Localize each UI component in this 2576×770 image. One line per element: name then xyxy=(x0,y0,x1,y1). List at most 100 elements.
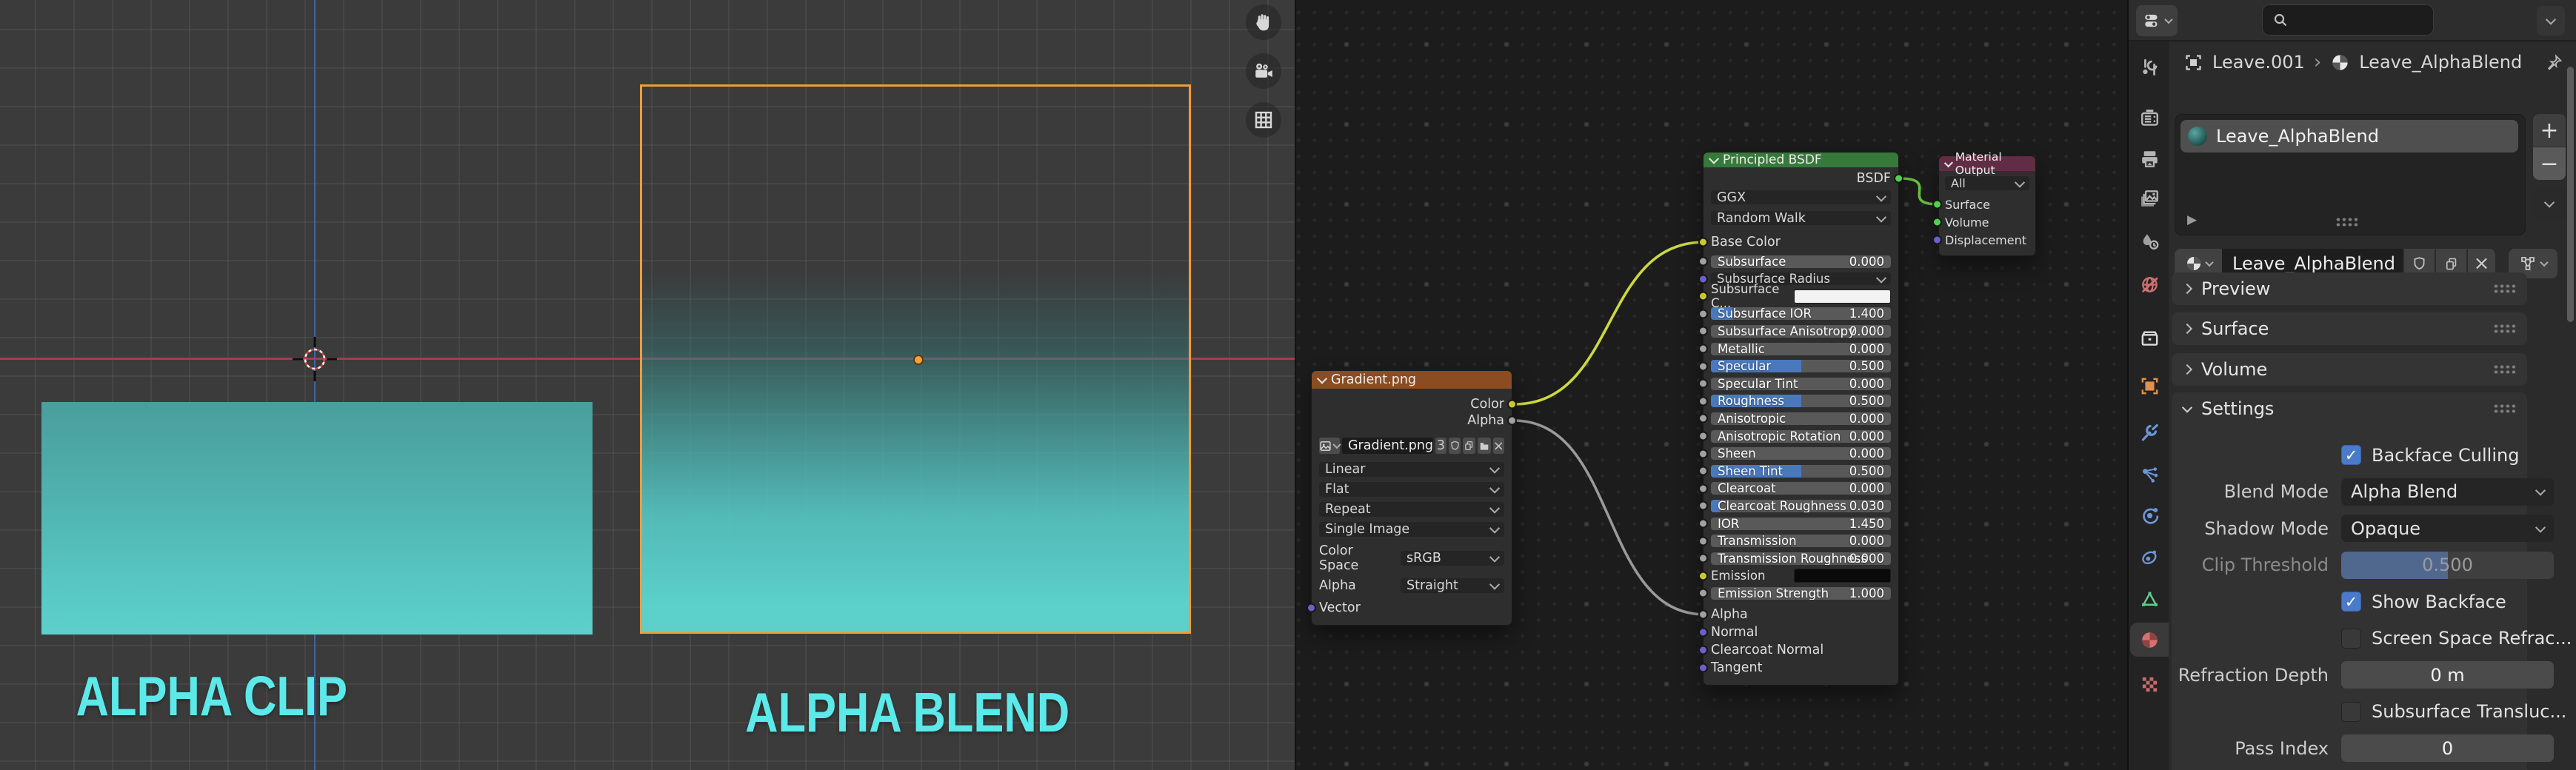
tangent-input-socket[interactable] xyxy=(1698,663,1708,672)
subsurface-anisotropy-row[interactable]: Subsurface Anisotropy0.000 xyxy=(1711,325,1891,338)
slider[interactable]: Sheen0.000 xyxy=(1711,447,1891,460)
alpha-mode-select[interactable]: Straight xyxy=(1401,578,1504,593)
ior-row[interactable]: IOR1.450 xyxy=(1711,518,1891,530)
alpha-input-socket[interactable] xyxy=(1698,609,1708,619)
subsurface-ior-row[interactable]: Subsurface IOR1.400 xyxy=(1711,307,1891,320)
slider[interactable]: Subsurface Anisotropy0.000 xyxy=(1711,325,1891,338)
input-socket-subsurface-anisotropy[interactable] xyxy=(1698,327,1708,336)
material-slot-active[interactable]: Leave_AlphaBlend xyxy=(2180,120,2518,153)
panel-drag-grip[interactable] xyxy=(2493,324,2515,334)
tab-texture[interactable] xyxy=(2130,667,2169,701)
image-browse-button[interactable] xyxy=(1319,438,1340,454)
slider[interactable]: IOR1.450 xyxy=(1711,518,1891,530)
input-socket-emission[interactable] xyxy=(1698,571,1708,580)
new-image-copy-icon[interactable] xyxy=(1463,438,1475,454)
input-socket-emission-strength[interactable] xyxy=(1698,589,1708,598)
source-select[interactable]: Single Image xyxy=(1319,522,1504,537)
normal-input-socket[interactable] xyxy=(1698,627,1708,637)
input-socket-subsurface-c-[interactable] xyxy=(1698,292,1708,301)
collapse-icon[interactable] xyxy=(1944,158,1953,167)
anisotropic-rotation-row[interactable]: Anisotropic Rotation0.000 xyxy=(1711,430,1891,443)
clearcoat-row[interactable]: Clearcoat0.000 xyxy=(1711,482,1891,495)
add-slot-button[interactable]: + xyxy=(2533,114,2566,147)
remove-slot-button[interactable]: − xyxy=(2533,147,2566,180)
select[interactable]: Opaque xyxy=(2341,515,2554,542)
clearcoat-roughness-row[interactable]: Clearcoat Roughness0.030 xyxy=(1711,500,1891,512)
volume-input-socket[interactable] xyxy=(1932,218,1942,227)
base-color-input-socket[interactable] xyxy=(1698,238,1708,247)
input-socket-transmission[interactable] xyxy=(1698,536,1708,546)
subsurface-row[interactable]: Subsurface0.000 xyxy=(1711,255,1891,268)
sheen-tint-row[interactable]: Sheen Tint0.500 xyxy=(1711,465,1891,478)
number-field[interactable]: 0 xyxy=(2341,734,2554,762)
search-input[interactable] xyxy=(2262,4,2434,36)
breadcrumb-object[interactable]: Leave.001 xyxy=(2212,52,2305,73)
panel-surface[interactable]: Surface xyxy=(2172,312,2527,345)
emission-row[interactable]: Emission xyxy=(1711,569,1891,582)
open-image-folder-icon[interactable] xyxy=(1478,438,1491,454)
input-socket-ior[interactable] xyxy=(1698,519,1708,529)
color-swatch[interactable] xyxy=(1794,569,1891,583)
color-space-select[interactable]: sRGB xyxy=(1401,551,1504,566)
transmission-roughness-row[interactable]: Transmission Roughness0.000 xyxy=(1711,552,1891,565)
tab-object-data[interactable] xyxy=(2130,582,2169,616)
slider[interactable]: Metallic0.000 xyxy=(1711,343,1891,355)
image-name-field[interactable]: Gradient.png xyxy=(1342,438,1433,454)
slider[interactable]: Sheen Tint0.500 xyxy=(1711,465,1891,478)
orthographic-grid-icon[interactable] xyxy=(1246,102,1281,138)
editor-type-button[interactable] xyxy=(2136,5,2178,36)
metallic-row[interactable]: Metallic0.000 xyxy=(1711,343,1891,355)
input-socket-subsurface-radius[interactable] xyxy=(1698,274,1708,284)
color-output-socket[interactable] xyxy=(1507,400,1517,409)
tab-active-tool[interactable] xyxy=(2130,50,2169,84)
vector-input-socket[interactable] xyxy=(1307,603,1316,613)
tab-render[interactable] xyxy=(2130,101,2169,135)
surface-input-socket[interactable] xyxy=(1932,200,1942,210)
panel-drag-grip[interactable] xyxy=(2493,404,2515,414)
anisotropic-row[interactable]: Anisotropic0.000 xyxy=(1711,412,1891,425)
emission-strength-row[interactable]: Emission Strength1.000 xyxy=(1711,587,1891,600)
slider[interactable]: Clearcoat Roughness0.030 xyxy=(1711,500,1891,512)
bsdf-output-socket[interactable] xyxy=(1894,174,1903,184)
tab-collection[interactable] xyxy=(2130,321,2169,355)
image-texture-node[interactable]: Gradient.png Color Alpha xyxy=(1311,370,1512,626)
slider[interactable]: Emission Strength1.000 xyxy=(1711,587,1891,600)
number-field[interactable]: 0 m xyxy=(2341,661,2554,689)
tab-object[interactable] xyxy=(2130,369,2169,403)
input-socket-sheen-tint[interactable] xyxy=(1698,466,1708,476)
header-options-button[interactable] xyxy=(2537,6,2565,36)
color-swatch[interactable] xyxy=(1794,289,1891,304)
interpolation-select[interactable]: Linear xyxy=(1319,462,1504,477)
slider[interactable]: Roughness0.500 xyxy=(1711,395,1891,407)
panel-volume[interactable]: Volume xyxy=(2172,353,2527,386)
slider[interactable]: Transmission Roughness0.000 xyxy=(1711,552,1891,565)
bsdf-node-header[interactable]: Principled BSDF xyxy=(1704,153,1898,167)
slot-resize-grip[interactable] xyxy=(2335,217,2358,227)
input-socket-anisotropic[interactable] xyxy=(1698,414,1708,424)
input-socket-roughness[interactable] xyxy=(1698,396,1708,406)
sheen-row[interactable]: Sheen0.000 xyxy=(1711,447,1891,460)
panel-drag-grip[interactable] xyxy=(2493,284,2515,294)
tab-particles[interactable] xyxy=(2130,458,2169,492)
unlink-image-x-icon[interactable]: × xyxy=(1493,438,1504,454)
output-node-header[interactable]: Material Output xyxy=(1939,156,2035,171)
material-output-node[interactable]: Material Output All SurfaceVolumeDisplac… xyxy=(1938,155,2036,256)
shader-node-editor[interactable]: Gradient.png Color Alpha xyxy=(1295,0,2127,770)
roughness-row[interactable]: Roughness0.500 xyxy=(1711,395,1891,407)
slider[interactable]: Transmission0.000 xyxy=(1711,535,1891,547)
collapse-icon[interactable] xyxy=(1317,374,1327,384)
material-slot-list[interactable]: Leave_AlphaBlend ▶ xyxy=(2175,114,2526,235)
pan-hand-icon[interactable] xyxy=(1246,4,1281,40)
specular-row[interactable]: Specular0.500 xyxy=(1711,360,1891,372)
checkbox[interactable]: ✓ xyxy=(2341,445,2361,465)
slider[interactable]: Specular Tint0.000 xyxy=(1711,378,1891,390)
tab-constraints[interactable] xyxy=(2130,539,2169,573)
input-socket-sheen[interactable] xyxy=(1698,449,1708,458)
checkbox[interactable]: ✓ xyxy=(2341,592,2361,612)
alpha-output-socket[interactable] xyxy=(1507,416,1517,426)
checkbox[interactable] xyxy=(2341,702,2361,722)
input-socket-clearcoat-roughness[interactable] xyxy=(1698,501,1708,511)
extension-select[interactable]: Repeat xyxy=(1319,502,1504,517)
slider[interactable]: Clearcoat0.000 xyxy=(1711,482,1891,495)
tab-view-layer[interactable] xyxy=(2130,181,2169,215)
